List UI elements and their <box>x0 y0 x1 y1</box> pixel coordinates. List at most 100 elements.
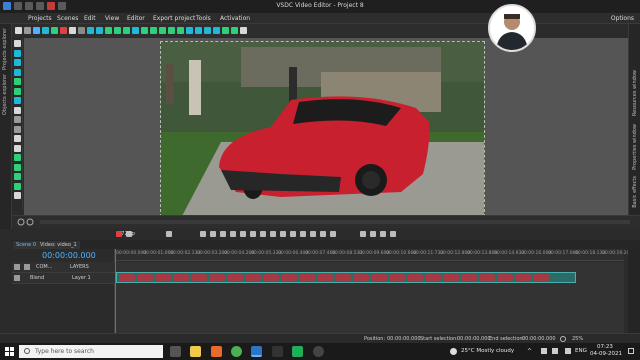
align-center-icon[interactable] <box>114 27 121 34</box>
group-icon[interactable] <box>186 27 193 34</box>
settings-icon[interactable] <box>240 27 247 34</box>
frame-forward-icon[interactable] <box>270 231 276 237</box>
weather-text[interactable]: 25°C Mostly cloudy <box>461 348 514 354</box>
loop-icon[interactable] <box>280 231 286 237</box>
tab-resources-window[interactable]: Resources window <box>632 70 638 116</box>
trim-icon[interactable] <box>96 27 103 34</box>
task-view-icon[interactable] <box>170 346 181 357</box>
mask-icon[interactable] <box>13 163 21 171</box>
clock-date[interactable]: 04-09-2021 <box>590 351 622 357</box>
grid-icon[interactable] <box>222 27 229 34</box>
stop-icon[interactable] <box>60 27 67 34</box>
marker-icon[interactable] <box>290 231 296 237</box>
timeline-vertical-scrollbar[interactable] <box>628 249 640 333</box>
play-icon[interactable] <box>230 231 236 237</box>
spectrum-icon[interactable] <box>13 182 21 190</box>
eye-icon[interactable] <box>14 275 20 281</box>
volume-icon[interactable] <box>166 231 172 237</box>
menu-view[interactable]: View <box>105 15 119 22</box>
free-shape-icon[interactable] <box>13 97 21 104</box>
paste-icon[interactable] <box>33 27 40 34</box>
more-tools-icon[interactable] <box>13 192 21 199</box>
menu-editor[interactable]: Editor <box>127 15 145 22</box>
menu-export-project[interactable]: Export project <box>153 15 195 22</box>
arrow-right-icon[interactable] <box>168 27 175 34</box>
crop-icon[interactable] <box>51 27 58 34</box>
layer-up-icon[interactable] <box>204 27 211 34</box>
chart-icon[interactable] <box>13 135 21 142</box>
timeline-ruler[interactable]: 00:00:00.000 00:00:01.066 00:00:02.133 00:0… <box>116 249 632 261</box>
delete-icon[interactable] <box>42 27 49 34</box>
video-preview[interactable] <box>160 41 485 217</box>
network-icon[interactable] <box>541 348 547 354</box>
preview-resolution-dropdown[interactable]: 720p <box>121 231 135 237</box>
snap-icon[interactable] <box>330 231 336 237</box>
file-explorer-icon[interactable] <box>190 346 201 357</box>
pointer-icon[interactable] <box>13 40 21 47</box>
subtitle-icon[interactable] <box>13 116 21 123</box>
refresh-icon[interactable] <box>69 27 76 34</box>
rotate-icon[interactable] <box>132 27 139 34</box>
menu-projects[interactable]: Projects <box>28 15 52 22</box>
shape-icon[interactable] <box>13 78 21 85</box>
menu-tools[interactable]: Tools <box>196 15 211 22</box>
menu-scenes[interactable]: Scenes <box>57 15 78 22</box>
sprite-icon[interactable] <box>13 154 21 161</box>
layer-1-row[interactable]: Blend Layer 1 <box>12 273 115 284</box>
excel-icon[interactable] <box>292 346 303 357</box>
options-button[interactable]: Options <box>611 15 634 22</box>
split-audio-icon[interactable] <box>300 231 306 237</box>
forward-icon[interactable] <box>260 231 266 237</box>
zoom-level[interactable]: 25% <box>572 336 583 342</box>
motion-icon[interactable] <box>13 173 21 180</box>
store-icon[interactable] <box>211 346 222 357</box>
tab-scene-0[interactable]: Scene 0 <box>13 241 40 249</box>
image-icon[interactable] <box>13 68 21 76</box>
fit-icon[interactable] <box>380 231 386 237</box>
chrome-icon[interactable] <box>231 346 242 357</box>
video-app-icon[interactable] <box>272 346 283 357</box>
timeline-settings-icon[interactable] <box>390 231 396 237</box>
text-icon[interactable] <box>13 106 21 114</box>
effects-icon[interactable] <box>200 231 206 237</box>
ungroup-icon[interactable] <box>195 27 202 34</box>
ellipse-icon[interactable] <box>13 87 21 95</box>
menu-activation[interactable]: Activation <box>220 15 250 22</box>
blend-mode-dropdown[interactable]: Blend <box>30 275 44 281</box>
rewind-icon[interactable] <box>220 231 226 237</box>
stop-icon[interactable] <box>250 231 256 237</box>
input-language[interactable]: ENG <box>575 348 587 354</box>
align-left-icon[interactable] <box>105 27 112 34</box>
weather-icon[interactable] <box>450 348 457 355</box>
copy-icon[interactable] <box>24 27 31 34</box>
animation-icon[interactable] <box>13 144 21 152</box>
split-icon[interactable] <box>87 27 94 34</box>
zoom-fit-icon[interactable] <box>560 336 566 342</box>
notifications-icon[interactable] <box>628 348 634 354</box>
arrow-left-icon[interactable] <box>159 27 166 34</box>
dropdown-icon[interactable] <box>78 27 85 34</box>
vsdc-taskbar-icon[interactable] <box>251 346 262 357</box>
frame-back-icon[interactable] <box>210 231 216 237</box>
audio-icon[interactable] <box>13 59 21 66</box>
distribute-icon[interactable] <box>177 27 184 34</box>
counter-icon[interactable] <box>13 125 21 133</box>
cut-clip-icon[interactable] <box>310 231 316 237</box>
taskbar-search-box[interactable]: Type here to search <box>19 345 163 358</box>
arrow-down-icon[interactable] <box>150 27 157 34</box>
tab-video-1[interactable]: Video: video_1 <box>37 241 80 249</box>
align-right-icon[interactable] <box>123 27 130 34</box>
playhead-cursor[interactable] <box>115 249 116 333</box>
tab-properties-window[interactable]: Properties window <box>632 124 638 170</box>
video-clip[interactable] <box>116 272 576 283</box>
menu-edit[interactable]: Edit <box>84 15 96 22</box>
eye-icon[interactable] <box>14 264 20 270</box>
volume-icon[interactable] <box>565 348 571 354</box>
video-icon[interactable] <box>13 49 21 57</box>
canvas-horizontal-scrollbar[interactable] <box>12 215 640 228</box>
snap-icon[interactable] <box>231 27 238 34</box>
zoom-in-icon[interactable] <box>360 231 366 237</box>
pause-icon[interactable] <box>240 231 246 237</box>
clock-time[interactable]: 07:23 <box>597 344 613 350</box>
tab-projects-explorer[interactable]: Projects explorer <box>2 28 8 70</box>
